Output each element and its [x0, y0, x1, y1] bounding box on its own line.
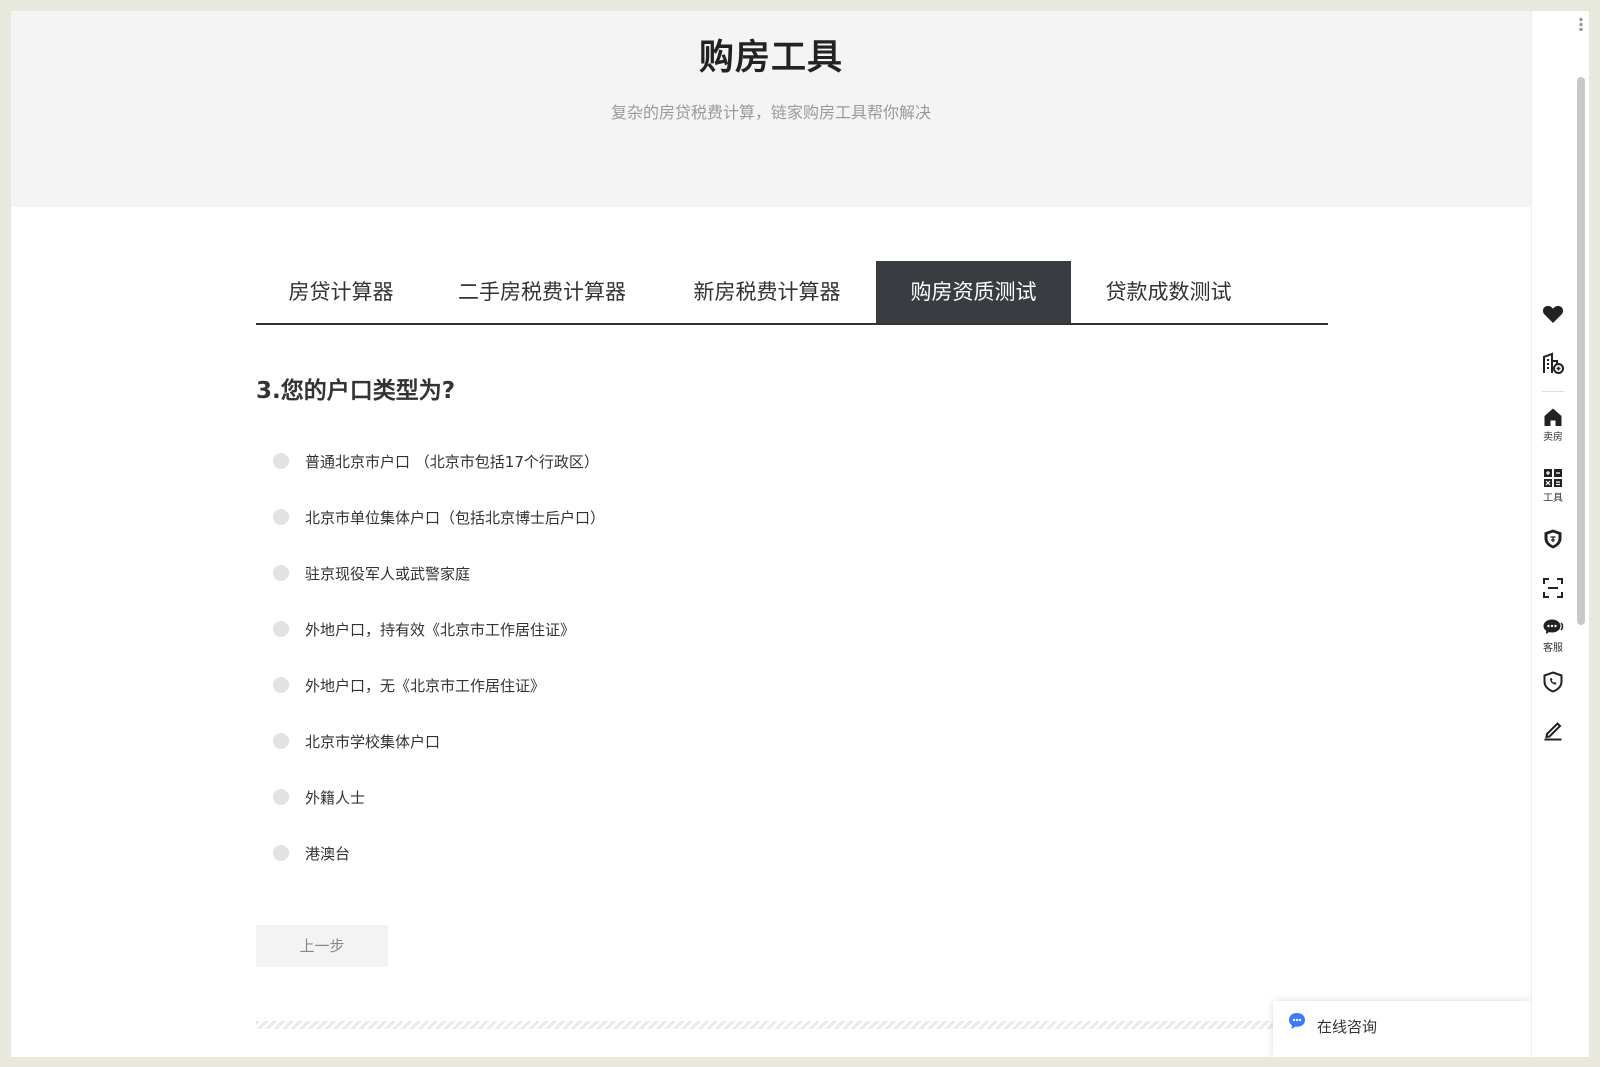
- favorites-button[interactable]: [1532, 304, 1574, 324]
- tab-new-home-tax-calculator[interactable]: 新房税费计算器: [658, 261, 876, 323]
- radio-button[interactable]: [273, 453, 289, 469]
- security-button[interactable]: [1532, 528, 1574, 550]
- online-consult-widget[interactable]: 在线咨询: [1273, 1001, 1531, 1057]
- chat-icon: [1532, 618, 1574, 638]
- tab-loan-ratio-test[interactable]: 贷款成数测试: [1071, 261, 1266, 323]
- feedback-button[interactable]: [1532, 719, 1574, 741]
- option-label[interactable]: 普通北京市户口 （北京市包括17个行政区）: [305, 451, 599, 472]
- tab-purchase-eligibility-test[interactable]: 购房资质测试: [876, 261, 1071, 323]
- page-subtitle: 复杂的房贷税费计算，链家购房工具帮你解决: [610, 103, 931, 122]
- option-label[interactable]: 外地户口，无《北京市工作居住证》: [305, 675, 545, 696]
- phone-icon: [1532, 671, 1574, 693]
- radio-button[interactable]: [273, 733, 289, 749]
- right-toolbar: 卖房 工具 客服: [1531, 11, 1574, 1057]
- online-consult-label[interactable]: 在线咨询: [1317, 1016, 1377, 1037]
- page-title: 购房工具: [698, 38, 843, 78]
- tab-resale-tax-calculator[interactable]: 二手房税费计算器: [426, 261, 658, 323]
- previous-step-button[interactable]: 上一步: [256, 925, 388, 967]
- radio-button[interactable]: [273, 621, 289, 637]
- tools-button[interactable]: 工具: [1532, 468, 1574, 504]
- sell-home-button[interactable]: 卖房: [1532, 407, 1574, 443]
- option-label[interactable]: 外籍人士: [305, 787, 365, 808]
- scrollbar-thumb[interactable]: [1577, 77, 1585, 625]
- option-label[interactable]: 外地户口，持有效《北京市工作居住证》: [305, 619, 575, 640]
- tools-label: 工具: [1543, 493, 1563, 504]
- compare-button[interactable]: [1532, 351, 1574, 375]
- calculator-icon: [1532, 468, 1574, 488]
- option-label[interactable]: 驻京现役军人或武警家庭: [305, 563, 470, 584]
- hero-banner: 购房工具 复杂的房贷税费计算，链家购房工具帮你解决: [11, 11, 1531, 207]
- scan-icon: [1532, 577, 1574, 599]
- home-icon: [1532, 407, 1574, 427]
- heart-icon: [1532, 304, 1574, 324]
- phone-button[interactable]: [1532, 671, 1574, 693]
- browser-window: 购房工具 复杂的房贷税费计算，链家购房工具帮你解决 房贷计算器 二手房税费计算器…: [11, 11, 1589, 1057]
- question-title: 3.您的户口类型为?: [256, 378, 456, 404]
- scrollbar[interactable]: [1573, 11, 1589, 1057]
- section-divider: [256, 1021, 1286, 1029]
- option-label[interactable]: 北京市单位集体户口（包括北京博士后户口）: [305, 507, 605, 528]
- radio-button[interactable]: [273, 845, 289, 861]
- customer-service-button[interactable]: 客服: [1532, 618, 1574, 654]
- option-label[interactable]: 港澳台: [305, 843, 350, 864]
- sell-home-label: 卖房: [1543, 432, 1563, 443]
- shield-icon: [1532, 528, 1574, 550]
- building-compare-icon: [1532, 351, 1574, 375]
- radio-button[interactable]: [273, 565, 289, 581]
- option-label[interactable]: 北京市学校集体户口: [305, 731, 440, 752]
- radio-button[interactable]: [273, 509, 289, 525]
- chat-bubble-icon: [1287, 1011, 1307, 1035]
- radio-button[interactable]: [273, 789, 289, 805]
- customer-service-label: 客服: [1543, 643, 1563, 654]
- edit-icon: [1532, 719, 1574, 741]
- radio-button[interactable]: [273, 677, 289, 693]
- tool-tabs: 房贷计算器 二手房税费计算器 新房税费计算器 购房资质测试 贷款成数测试: [256, 261, 1328, 325]
- scan-button[interactable]: [1532, 577, 1574, 599]
- tab-mortgage-calculator[interactable]: 房贷计算器: [256, 261, 426, 323]
- toolbar-divider: [1542, 391, 1564, 392]
- scrollbar-grip-icon: [1579, 17, 1583, 31]
